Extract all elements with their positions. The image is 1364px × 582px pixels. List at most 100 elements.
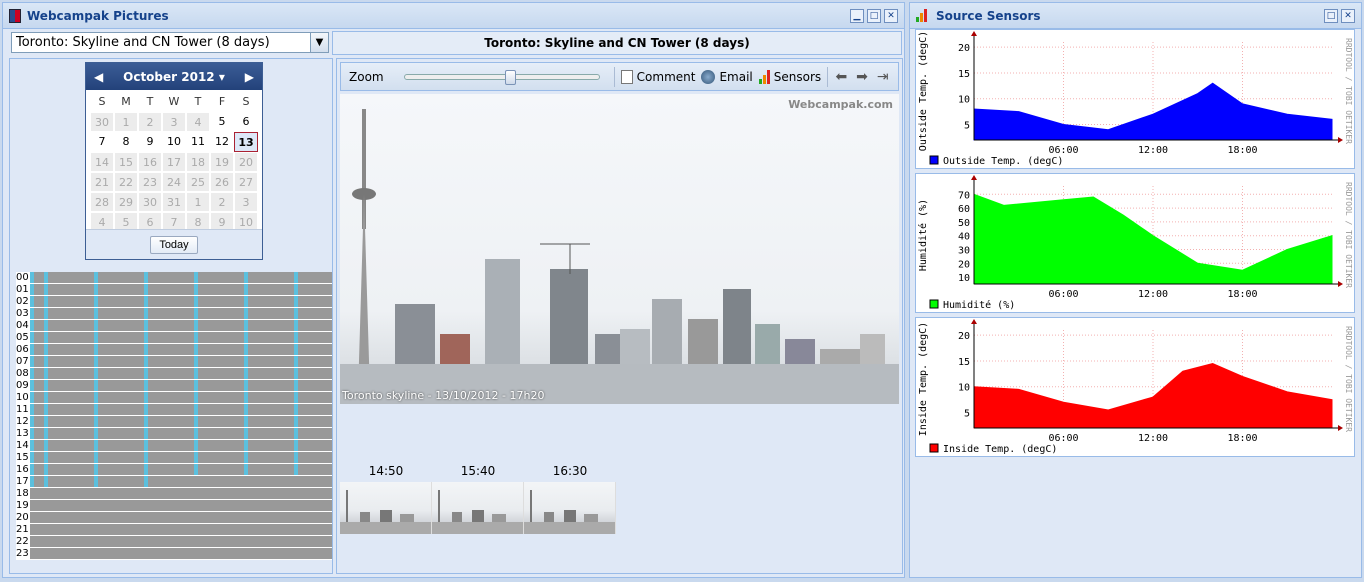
hour-bar[interactable]: [30, 512, 332, 524]
calendar-day[interactable]: 10: [162, 132, 186, 152]
thumbnail[interactable]: [524, 482, 616, 534]
last-arrow-icon[interactable]: ⇥: [875, 69, 890, 85]
picture-marker[interactable]: [44, 344, 48, 355]
hour-row[interactable]: 05: [16, 332, 332, 344]
picture-marker[interactable]: [94, 380, 98, 391]
picture-marker[interactable]: [44, 464, 48, 475]
close-button[interactable]: ✕: [1341, 8, 1355, 23]
picture-marker[interactable]: [94, 356, 98, 367]
hour-bar[interactable]: [30, 488, 332, 500]
hour-bar[interactable]: [30, 392, 332, 404]
picture-marker[interactable]: [144, 284, 148, 295]
picture-marker[interactable]: [294, 356, 298, 367]
hour-bar[interactable]: [30, 464, 332, 476]
hour-bar[interactable]: [30, 356, 332, 368]
hour-bar[interactable]: [30, 404, 332, 416]
picture-marker[interactable]: [94, 344, 98, 355]
hour-row[interactable]: 16: [16, 464, 332, 476]
hour-row[interactable]: 23: [16, 548, 332, 560]
picture-marker[interactable]: [144, 308, 148, 319]
picture-marker[interactable]: [30, 380, 34, 391]
picture-marker[interactable]: [294, 392, 298, 403]
picture-marker[interactable]: [244, 296, 248, 307]
picture-marker[interactable]: [144, 344, 148, 355]
hour-bar[interactable]: [30, 308, 332, 320]
picture-marker[interactable]: [294, 464, 298, 475]
maximize-button[interactable]: □: [867, 8, 881, 23]
picture-marker[interactable]: [294, 452, 298, 463]
picture-marker[interactable]: [294, 320, 298, 331]
hour-row[interactable]: 04: [16, 320, 332, 332]
hour-bar[interactable]: [30, 548, 332, 560]
picture-marker[interactable]: [94, 476, 98, 487]
hour-bar[interactable]: [30, 524, 332, 536]
picture-marker[interactable]: [294, 368, 298, 379]
picture-marker[interactable]: [30, 320, 34, 331]
picture-marker[interactable]: [294, 440, 298, 451]
webcam-picture[interactable]: Webcampak.com Toronto skyline - 13/10/20…: [340, 94, 899, 404]
hour-bar[interactable]: [30, 452, 332, 464]
hour-row[interactable]: 08: [16, 368, 332, 380]
zoom-slider-knob[interactable]: [504, 69, 516, 85]
picture-marker[interactable]: [144, 296, 148, 307]
hour-bar[interactable]: [30, 320, 332, 332]
picture-marker[interactable]: [94, 464, 98, 475]
thumbnail[interactable]: [432, 482, 524, 534]
minimize-button[interactable]: ▁: [850, 8, 864, 23]
hour-row[interactable]: 02: [16, 296, 332, 308]
picture-marker[interactable]: [244, 464, 248, 475]
picture-marker[interactable]: [244, 404, 248, 415]
picture-marker[interactable]: [30, 464, 34, 475]
picture-marker[interactable]: [94, 392, 98, 403]
hour-bar[interactable]: [30, 332, 332, 344]
sensors-button[interactable]: Sensors: [758, 69, 821, 84]
calendar-day[interactable]: 5: [210, 112, 234, 132]
picture-marker[interactable]: [244, 416, 248, 427]
picture-marker[interactable]: [244, 332, 248, 343]
picture-marker[interactable]: [144, 320, 148, 331]
picture-marker[interactable]: [30, 440, 34, 451]
hour-bar[interactable]: [30, 416, 332, 428]
picture-marker[interactable]: [244, 308, 248, 319]
picture-marker[interactable]: [44, 416, 48, 427]
hour-row[interactable]: 01: [16, 284, 332, 296]
picture-marker[interactable]: [194, 440, 198, 451]
picture-marker[interactable]: [44, 272, 48, 283]
picture-marker[interactable]: [144, 332, 148, 343]
calendar-day[interactable]: 7: [90, 132, 114, 152]
picture-marker[interactable]: [144, 380, 148, 391]
picture-marker[interactable]: [194, 296, 198, 307]
picture-marker[interactable]: [194, 332, 198, 343]
hour-row[interactable]: 14: [16, 440, 332, 452]
picture-marker[interactable]: [44, 308, 48, 319]
picture-marker[interactable]: [144, 368, 148, 379]
picture-marker[interactable]: [244, 428, 248, 439]
calendar-day[interactable]: 6: [234, 112, 258, 132]
picture-marker[interactable]: [94, 404, 98, 415]
picture-marker[interactable]: [144, 416, 148, 427]
picture-marker[interactable]: [94, 452, 98, 463]
calendar-day-selected[interactable]: 13: [234, 132, 258, 152]
calendar-day[interactable]: 8: [114, 132, 138, 152]
calendar-day[interactable]: 9: [138, 132, 162, 152]
picture-marker[interactable]: [244, 452, 248, 463]
picture-marker[interactable]: [194, 356, 198, 367]
picture-marker[interactable]: [294, 404, 298, 415]
picture-marker[interactable]: [94, 272, 98, 283]
hour-bar[interactable]: [30, 296, 332, 308]
picture-marker[interactable]: [194, 344, 198, 355]
picture-marker[interactable]: [30, 416, 34, 427]
picture-marker[interactable]: [244, 392, 248, 403]
month-label[interactable]: October 2012 ▾: [123, 70, 225, 84]
picture-marker[interactable]: [244, 440, 248, 451]
picture-marker[interactable]: [194, 452, 198, 463]
next-arrow-icon[interactable]: ➡: [855, 69, 870, 85]
picture-marker[interactable]: [30, 344, 34, 355]
previous-arrow-icon[interactable]: ⬅: [834, 69, 849, 85]
picture-marker[interactable]: [294, 272, 298, 283]
hour-row[interactable]: 09: [16, 380, 332, 392]
hour-bar[interactable]: [30, 440, 332, 452]
picture-marker[interactable]: [244, 320, 248, 331]
picture-marker[interactable]: [194, 464, 198, 475]
picture-marker[interactable]: [44, 296, 48, 307]
